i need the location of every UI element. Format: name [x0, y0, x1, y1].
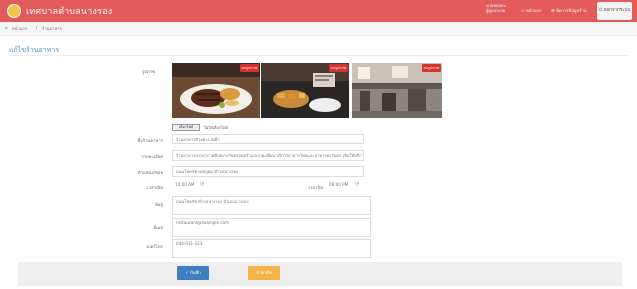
choose-file-button[interactable]: เลือกไฟล์ — [172, 124, 200, 131]
breadcrumb-current: ร้านอาหาร — [42, 26, 62, 31]
contact-label: อีเมล — [153, 226, 163, 231]
close-time-label: เวลาปิด — [308, 186, 323, 191]
contact-textarea[interactable]: restaurant@example.com — [172, 218, 371, 237]
restaurant-image-2: ลบรูปภาพ — [261, 63, 349, 118]
address-label: ตำแหน่ง/ซอย — [137, 171, 163, 176]
cancel-button[interactable]: ↺ ยกเลิก — [248, 266, 280, 280]
clock-icon[interactable]: ◷ — [355, 181, 359, 187]
name-label: ชื่อร้านอาหาร — [137, 139, 163, 144]
delete-image-3-button[interactable]: ลบรูปภาพ — [421, 64, 441, 72]
breadcrumb-separator: / — [36, 25, 38, 30]
location-label: ที่อยู่ — [155, 203, 163, 208]
name-input[interactable]: ร้านอาหารตัวอย่าง สเต็ก — [172, 134, 364, 144]
user-info[interactable]: นายทดสอบ ผู้ดูแลระบบ — [486, 3, 506, 13]
municipality-logo — [7, 4, 21, 18]
detail-input[interactable]: ร้านอาหารบรรยากาศดีเหมาะกับครอบครัวและกล… — [172, 150, 364, 161]
phone-textarea[interactable]: 044-631-123 — [172, 239, 371, 258]
user-role: ผู้ดูแลระบบ — [486, 8, 506, 13]
detail-label: รายละเอียด — [141, 155, 163, 160]
app-title: เทศบาลตำบลนางรอง — [26, 7, 113, 17]
phone-label: เบอร์โทร — [146, 245, 163, 250]
restaurant-image-3: ลบรูปภาพ — [352, 63, 442, 118]
top-header: เทศบาลตำบลนางรอง นายทดสอบ ผู้ดูแลระบบ ☖ … — [0, 0, 637, 22]
clock-icon[interactable]: ◷ — [200, 181, 204, 187]
form-footer — [18, 262, 622, 286]
divider — [9, 55, 629, 56]
delete-image-1-button[interactable]: ลบรูปภาพ — [239, 64, 259, 72]
file-status: ไม่ได้เลือกไฟล์ — [204, 125, 228, 130]
delete-image-2-button[interactable]: ลบรูปภาพ — [328, 64, 348, 72]
open-time-label: เวลาเปิด — [147, 186, 163, 191]
nav-home[interactable]: ☖ หน้าแรก — [521, 0, 542, 22]
breadcrumb: ⌂ หน้าแรก / ร้านอาหาร — [0, 22, 637, 36]
breadcrumb-home[interactable]: หน้าแรก — [12, 25, 27, 32]
breadcrumb-home-icon[interactable]: ⌂ — [5, 25, 8, 30]
images-label: รูปภาพ — [141, 70, 155, 75]
address-input[interactable]: ถนนโชคชัย-เดชอุดม ตำบลนางรอง — [172, 166, 364, 177]
location-textarea[interactable]: ถนนโชคชัย ตำบลนางรอง อำเภอนางรอง — [172, 196, 371, 215]
nav-manage[interactable]: ☰ จัดการข้อมูลร้าน — [551, 0, 587, 22]
logout-button[interactable]: ⏻ ออกจากระบบ — [597, 2, 632, 20]
save-button[interactable]: ✓ บันทึก — [177, 266, 209, 280]
restaurant-image-1: ลบรูปภาพ — [172, 63, 260, 118]
